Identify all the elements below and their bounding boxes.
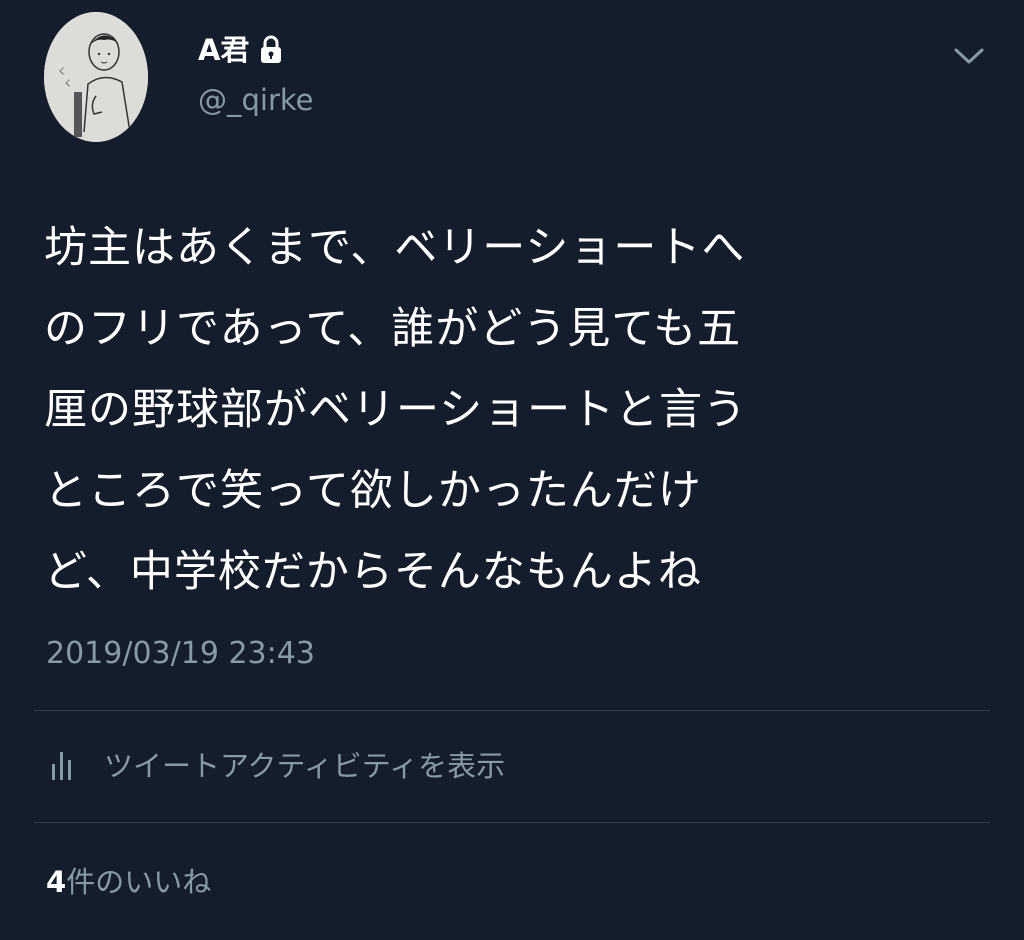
tweet-text: 坊主はあくまで、ベリーショートへ のフリであって、誰がどう見ても五 厘の野球部が… <box>44 223 748 597</box>
tweet-activity-link[interactable]: ツイートアクティビティを表示 <box>46 744 505 788</box>
chevron-down-icon[interactable] <box>952 44 986 68</box>
bar-chart-icon <box>46 748 78 784</box>
avatar[interactable]: く く <box>44 12 148 142</box>
user-handle[interactable]: @_qirke <box>198 80 314 120</box>
divider <box>34 710 990 711</box>
tweet-timestamp[interactable]: 2019/03/19 23:43 <box>46 632 315 676</box>
svg-text:く: く <box>58 67 66 76</box>
likes-count: 4 <box>46 865 67 899</box>
divider <box>34 822 990 823</box>
lock-icon <box>257 35 285 65</box>
display-name-text: A君 <box>198 33 250 67</box>
display-name[interactable]: A君 <box>198 30 285 70</box>
likes-label: 件のいいね <box>66 865 212 899</box>
svg-text:く: く <box>64 79 72 88</box>
tweet-activity-label: ツイートアクティビティを表示 <box>104 749 506 783</box>
likes-link[interactable]: 4件のいいね <box>46 860 211 904</box>
